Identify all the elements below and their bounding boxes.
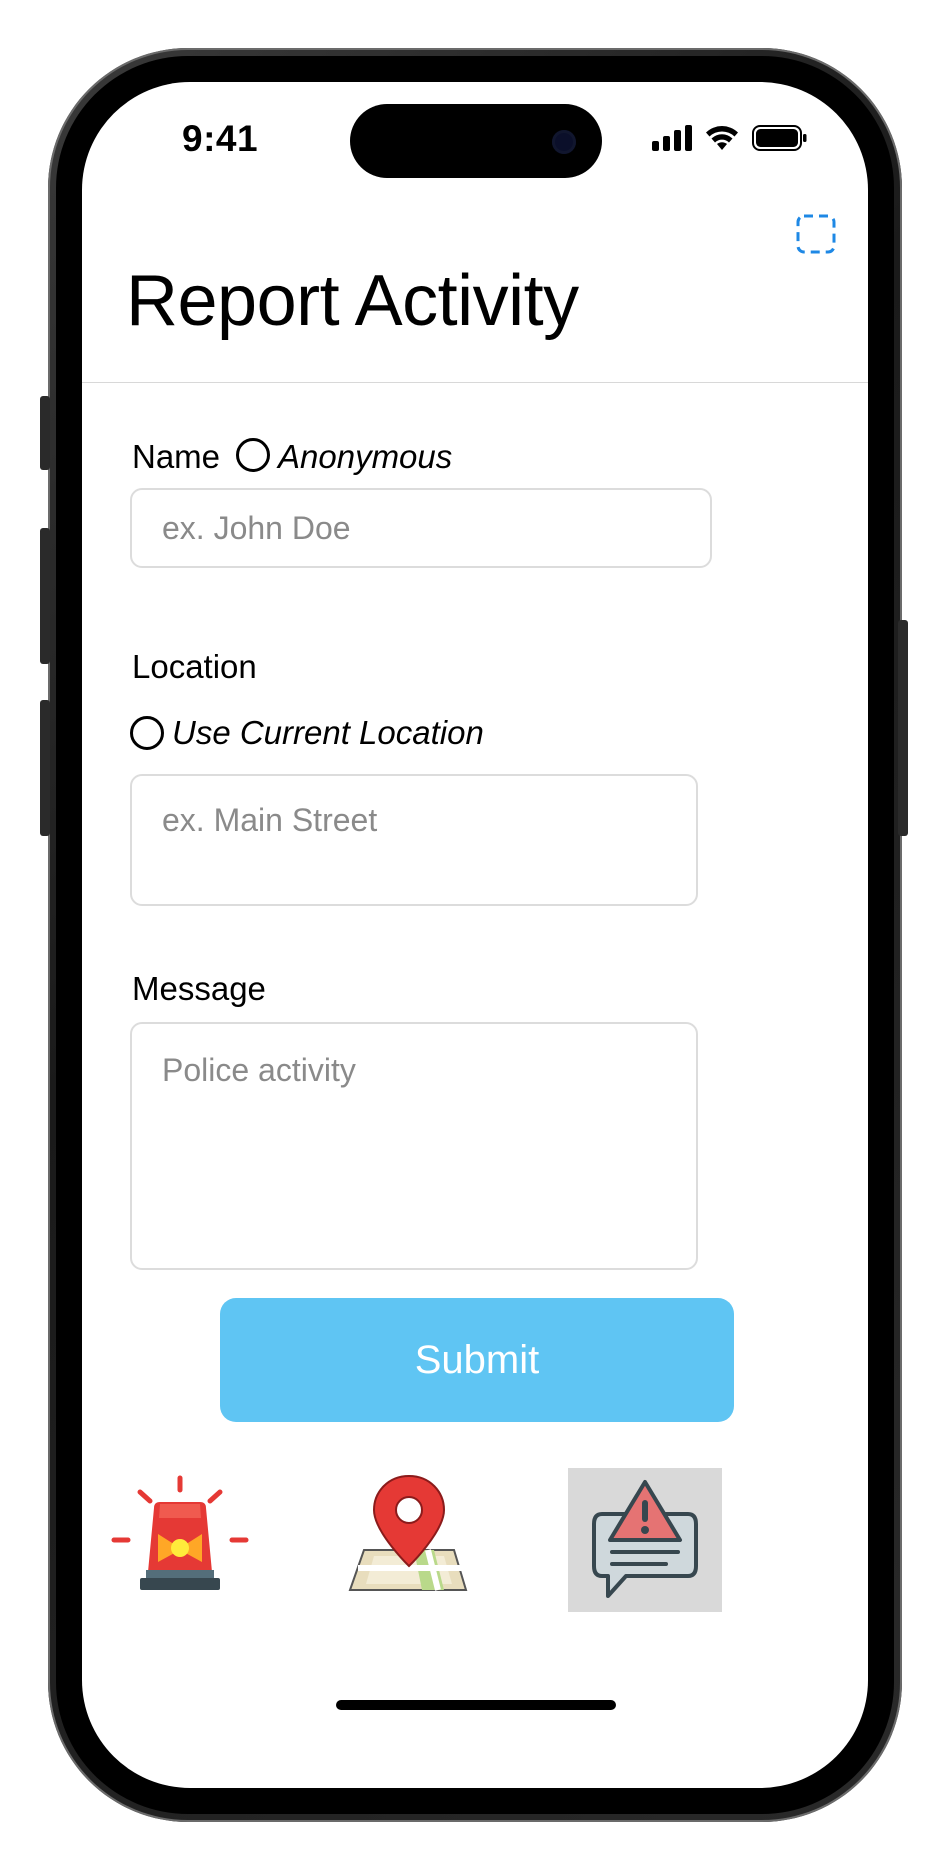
status-time: 9:41 [182,118,259,159]
home-indicator[interactable] [336,1700,616,1710]
signal-icon [652,125,692,151]
alert-message-icon[interactable] [568,1468,722,1612]
anonymous-radio[interactable] [236,438,270,472]
name-field[interactable] [130,488,712,568]
volume-up-button [40,528,50,664]
anonymous-label: Anonymous [278,438,453,475]
status-icons [652,124,808,152]
action-button [40,396,50,470]
map-pin-icon[interactable] [344,1470,474,1600]
dynamic-island [350,104,602,178]
submit-button[interactable]: Submit [220,1298,734,1422]
camera-icon [552,130,576,154]
volume-down-button [40,700,50,836]
page-title: Report Activity [126,261,579,341]
wifi-icon [706,126,738,150]
message-field[interactable] [130,1022,698,1270]
screen: 9:41 Report Activity Name Anonymous Loca… [82,82,868,1788]
use-current-location-radio[interactable] [130,716,164,750]
location-field[interactable] [130,774,698,906]
siren-icon[interactable] [110,1474,250,1594]
scan-frame-icon[interactable] [796,214,836,254]
message-label: Message [132,970,266,1007]
power-button [898,620,908,836]
location-label: Location [132,648,257,685]
name-label: Name [132,438,221,475]
battery-icon [752,125,807,151]
use-current-location-label: Use Current Location [172,714,484,751]
header-divider [82,382,868,383]
